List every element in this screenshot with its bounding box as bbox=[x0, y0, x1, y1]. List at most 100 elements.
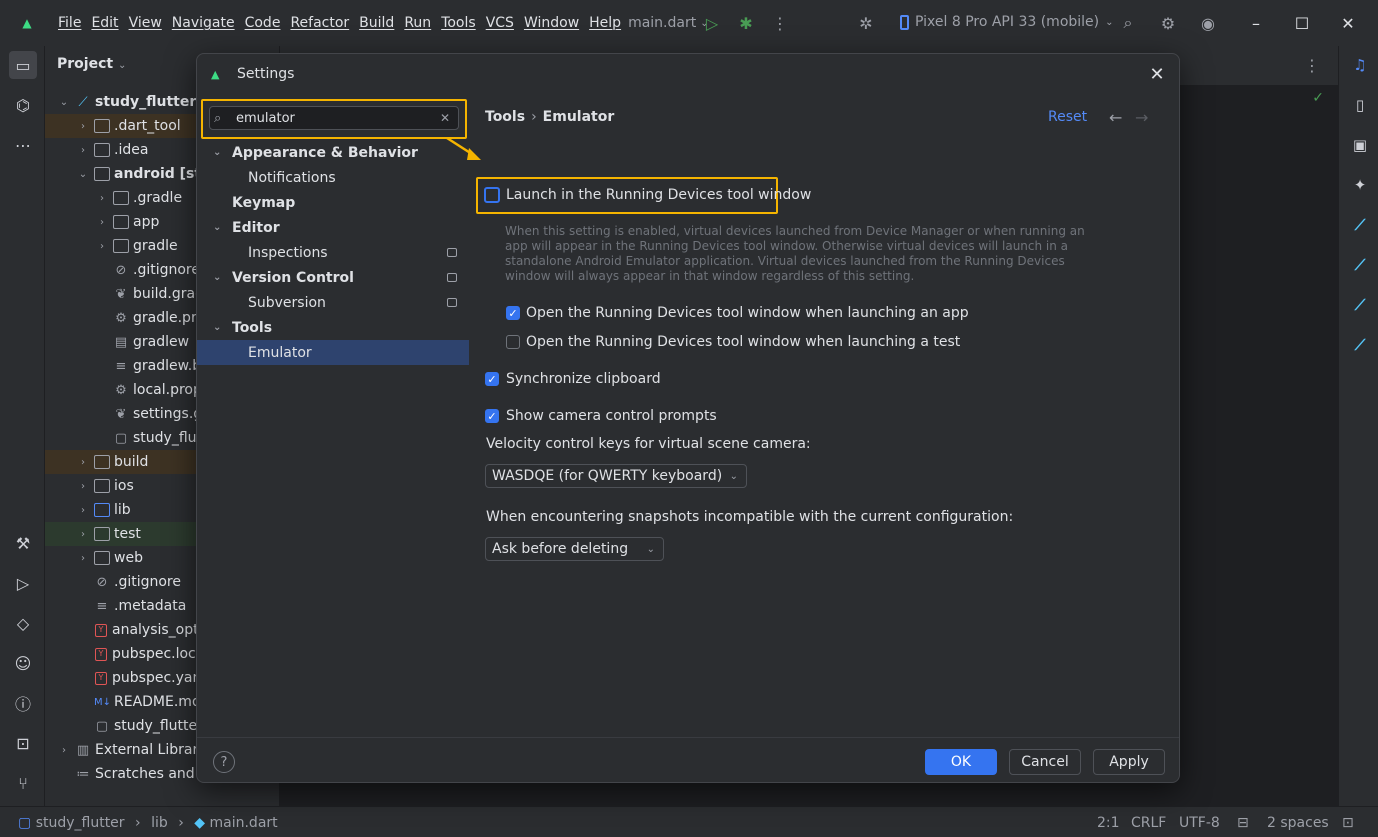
bug-icon[interactable]: ✲ bbox=[856, 13, 876, 33]
lock-icon[interactable]: ⊡ bbox=[1342, 815, 1354, 831]
chevron-down-icon[interactable]: ⌄ bbox=[57, 97, 71, 108]
menu-edit[interactable]: Edit bbox=[86, 15, 123, 31]
chevron-right-icon[interactable]: › bbox=[95, 217, 109, 228]
logcat-icon[interactable]: ☺ bbox=[11, 651, 35, 675]
chevron-down-icon[interactable]: ⌄ bbox=[213, 322, 227, 333]
run-icon[interactable]: ▷ bbox=[11, 571, 35, 595]
menu-code[interactable]: Code bbox=[240, 15, 286, 31]
project-scope-icon bbox=[447, 273, 457, 282]
markdown-icon: M↓ bbox=[94, 696, 112, 708]
apply-button[interactable]: Apply bbox=[1093, 749, 1165, 775]
menu-view[interactable]: View bbox=[124, 15, 167, 31]
git-icon[interactable]: ⑂ bbox=[11, 771, 35, 795]
project-panel-title[interactable]: Project ⌄ bbox=[57, 56, 126, 72]
chevron-right-icon[interactable]: › bbox=[76, 457, 90, 468]
menu-window[interactable]: Window bbox=[519, 15, 584, 31]
cancel-button[interactable]: Cancel bbox=[1009, 749, 1081, 775]
menu-refactor[interactable]: Refactor bbox=[285, 15, 354, 31]
chevron-right-icon[interactable]: › bbox=[76, 145, 90, 156]
chevron-right-icon[interactable]: › bbox=[76, 505, 90, 516]
settings-tree-item[interactable]: Inspections bbox=[197, 240, 469, 265]
ok-button[interactable]: OK bbox=[925, 749, 997, 775]
chevron-right-icon[interactable]: › bbox=[76, 553, 90, 564]
snapshots-select[interactable]: Ask before deleting ⌄ bbox=[485, 537, 664, 561]
sync-clipboard-checkbox[interactable]: ✓ bbox=[485, 372, 499, 386]
menu-navigate[interactable]: Navigate bbox=[167, 15, 240, 31]
account-icon[interactable]: ◉ bbox=[1198, 13, 1218, 33]
camera-prompts-checkbox[interactable]: ✓ bbox=[485, 409, 499, 423]
help-button[interactable]: ? bbox=[213, 751, 235, 773]
yaml-icon: Y bbox=[95, 623, 107, 637]
settings-tree-item[interactable]: ⌄ Tools bbox=[197, 315, 469, 340]
terminal-icon[interactable]: ⊡ bbox=[11, 731, 35, 755]
settings-tree-item[interactable]: Keymap bbox=[197, 190, 469, 215]
run-icon[interactable]: ▷ bbox=[702, 13, 722, 33]
gemini-icon[interactable]: ✦ bbox=[1349, 174, 1371, 196]
folder-icon bbox=[113, 215, 129, 229]
flutter-performance-icon[interactable]: ⟋ bbox=[1349, 294, 1371, 316]
velocity-keys-select[interactable]: WASDQE (for QWERTY keyboard) ⌄ bbox=[485, 464, 747, 488]
readonly-icon[interactable]: ⊟ bbox=[1237, 815, 1249, 831]
build-hammer-icon[interactable]: ⚒ bbox=[11, 531, 35, 555]
menu-tools[interactable]: Tools bbox=[436, 15, 481, 31]
flutter-inspector-icon[interactable]: ⟋ bbox=[1349, 254, 1371, 276]
back-arrow-icon[interactable]: ← bbox=[1109, 108, 1122, 127]
gear-icon[interactable]: ⚙ bbox=[1158, 13, 1178, 33]
folder-icon[interactable]: ▭ bbox=[9, 51, 37, 79]
settings-tree-item[interactable]: ⌄ Appearance & Behavior bbox=[197, 140, 469, 165]
chevron-right-icon[interactable]: › bbox=[76, 121, 90, 132]
chevron-right-icon[interactable]: › bbox=[76, 481, 90, 492]
menu-run[interactable]: Run bbox=[399, 15, 436, 31]
forward-arrow-icon[interactable]: → bbox=[1135, 108, 1148, 127]
close-icon[interactable]: ✕ bbox=[1145, 62, 1169, 86]
settings-tree-item[interactable]: Emulator bbox=[197, 340, 469, 365]
open-on-app-launch-checkbox[interactable]: ✓ bbox=[506, 306, 520, 320]
close-window-button[interactable]: ✕ bbox=[1333, 10, 1363, 36]
indent-setting[interactable]: 2 spaces bbox=[1267, 815, 1329, 831]
tree-item-label: .gitignore bbox=[114, 574, 181, 590]
structure-icon[interactable]: ⌬ bbox=[11, 93, 35, 117]
chevron-right-icon[interactable]: › bbox=[57, 745, 71, 756]
run-config-selector[interactable]: main.dart bbox=[628, 15, 696, 31]
caret-position[interactable]: 2:1 bbox=[1097, 815, 1120, 831]
settings-tree-item[interactable]: ⌄ Version Control bbox=[197, 265, 469, 290]
menu-vcs[interactable]: VCS bbox=[481, 15, 519, 31]
chevron-right-icon[interactable]: › bbox=[95, 241, 109, 252]
settings-tree-item[interactable]: Notifications bbox=[197, 165, 469, 190]
breadcrumb-path[interactable]: ▢ study_flutter › lib › ◆ main.dart bbox=[18, 815, 278, 831]
chevron-down-icon[interactable]: ⌄ bbox=[213, 272, 227, 283]
minimize-button[interactable]: – bbox=[1241, 10, 1271, 36]
menu-help[interactable]: Help bbox=[584, 15, 626, 31]
line-separator[interactable]: CRLF bbox=[1131, 815, 1166, 831]
chevron-down-icon[interactable]: ⌄ bbox=[213, 222, 227, 233]
chevron-right-icon[interactable]: › bbox=[95, 193, 109, 204]
reset-link[interactable]: Reset bbox=[1048, 109, 1087, 125]
search-icon[interactable]: ⌕ bbox=[1118, 13, 1138, 33]
tree-item-label: gradle.pro bbox=[133, 310, 205, 326]
running-devices-icon[interactable]: ▣ bbox=[1349, 134, 1371, 156]
chevron-down-icon[interactable]: ⌄ bbox=[76, 169, 90, 180]
settings-tree-item[interactable]: ⌄ Editor bbox=[197, 215, 469, 240]
device-selector[interactable]: Pixel 8 Pro API 33 (mobile) ⌄ bbox=[900, 14, 1114, 30]
chevron-down-icon[interactable]: ⌄ bbox=[213, 147, 227, 158]
device-manager-icon[interactable]: ▯ bbox=[1349, 94, 1371, 116]
chevron-right-icon[interactable]: › bbox=[76, 529, 90, 540]
settings-tree-item[interactable]: Subversion bbox=[197, 290, 469, 315]
settings-tree-label: Appearance & Behavior bbox=[232, 144, 418, 161]
menu-file[interactable]: File bbox=[53, 15, 86, 31]
more-vertical-icon[interactable]: ⋮ bbox=[770, 13, 790, 33]
maximize-button[interactable]: ☐ bbox=[1287, 10, 1317, 36]
menu-build[interactable]: Build bbox=[354, 15, 399, 31]
notifications-icon[interactable]: ♫ bbox=[1349, 54, 1371, 76]
flutter-outline-icon[interactable]: ⟋ bbox=[1349, 214, 1371, 236]
gem-icon[interactable]: ◇ bbox=[11, 611, 35, 635]
debug-icon[interactable]: ✱ bbox=[736, 13, 756, 33]
launch-running-devices-checkbox[interactable] bbox=[484, 187, 500, 203]
more-horizontal-icon[interactable]: ⋯ bbox=[11, 133, 35, 157]
flutter-deeplinks-icon[interactable]: ⟋ bbox=[1349, 334, 1371, 356]
title-bar: ▲ File Edit View Navigate Code Refactor … bbox=[0, 0, 1378, 46]
more-vertical-icon[interactable]: ⋮ bbox=[1304, 56, 1320, 75]
file-encoding[interactable]: UTF-8 bbox=[1179, 815, 1220, 831]
problems-icon[interactable]: ⓘ bbox=[11, 691, 35, 715]
open-on-test-launch-checkbox[interactable] bbox=[506, 335, 520, 349]
